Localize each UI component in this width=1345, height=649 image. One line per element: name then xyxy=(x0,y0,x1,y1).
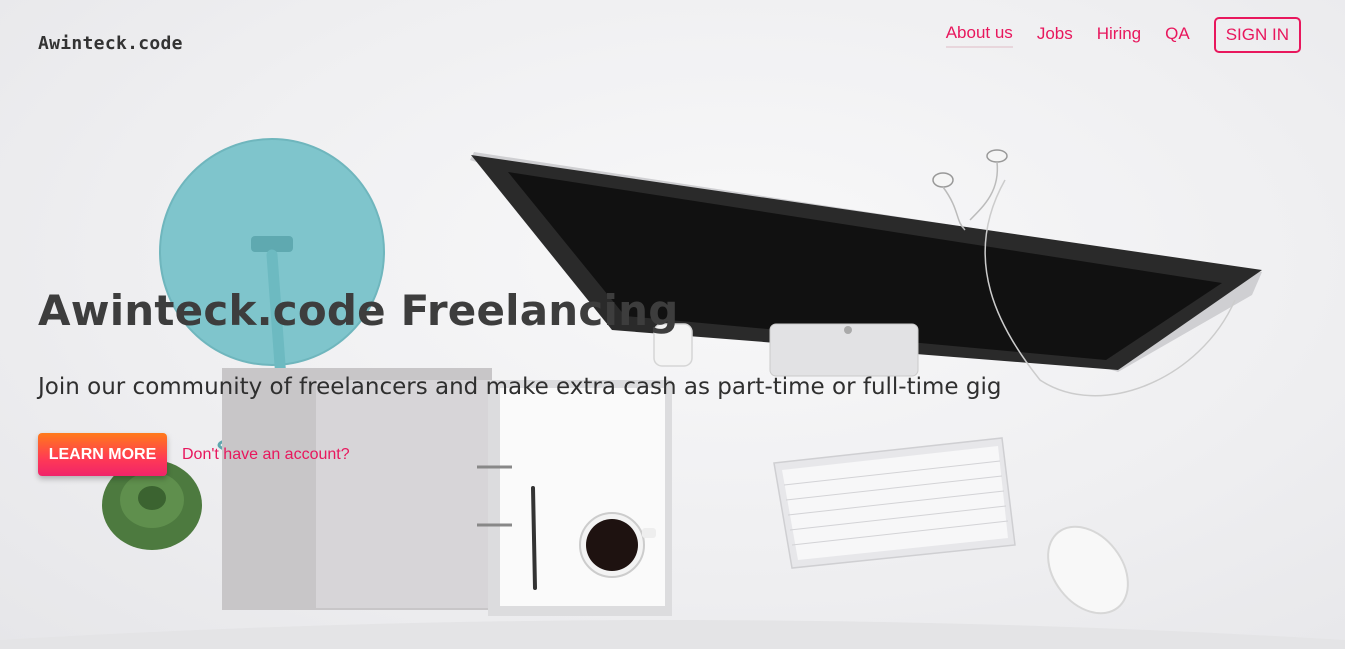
earphones-icon xyxy=(932,149,1008,231)
monitor-icon xyxy=(470,152,1262,397)
nav-link-about-us[interactable]: About us xyxy=(945,22,1013,48)
sign-in-button[interactable]: SIGN IN xyxy=(1213,17,1301,53)
hero-subtitle: Join our community of freelancers and ma… xyxy=(38,374,1002,400)
keyboard-icon xyxy=(773,437,1016,569)
nav-link-qa[interactable]: QA xyxy=(1165,23,1190,47)
learn-more-button[interactable]: LEARN MORE xyxy=(38,433,167,476)
hero-title: Awinteck.code Freelancing xyxy=(38,286,679,335)
nav-link-jobs[interactable]: Jobs xyxy=(1037,23,1073,47)
nav-link-hiring[interactable]: Hiring xyxy=(1097,23,1141,47)
site-logo[interactable]: Awinteck.code xyxy=(38,33,183,54)
pen-icon xyxy=(531,486,537,590)
notebook-icon xyxy=(222,368,672,616)
mouse-icon xyxy=(1047,525,1129,615)
hero-section: Awinteck.code About us Jobs Hiring QA SI… xyxy=(0,0,1345,649)
main-nav: About us Jobs Hiring QA SIGN IN xyxy=(922,17,1301,53)
signup-link[interactable]: Don't have an account? xyxy=(182,446,350,464)
